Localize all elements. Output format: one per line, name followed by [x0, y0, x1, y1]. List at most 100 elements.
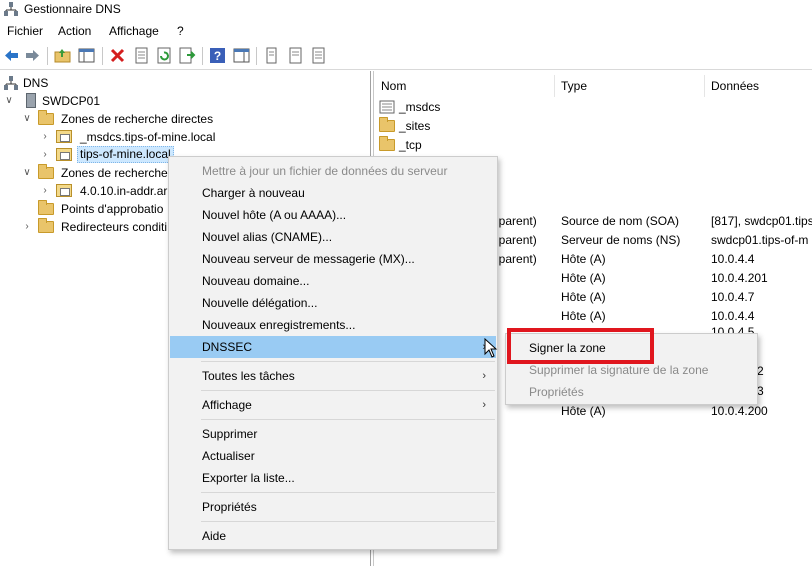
tree-node-dns[interactable]: DNS: [4, 74, 204, 92]
menu-fichier[interactable]: Fichier: [7, 24, 43, 38]
menu-item-update-server-file[interactable]: Mettre à jour un fichier de données du s…: [170, 160, 496, 182]
toolbar-separator: [102, 47, 103, 65]
chevron-down-icon[interactable]: ∨: [22, 110, 32, 128]
tree-label: 4.0.10.in-addr.ar: [80, 184, 168, 198]
cell-type: Hôte (A): [561, 271, 606, 285]
menu-help[interactable]: ?: [177, 24, 184, 38]
zone-icon: [56, 148, 72, 161]
table-row[interactable]: ier parent) Hôte (A) 10.0.4.4: [482, 250, 812, 269]
chevron-right-icon[interactable]: ›: [40, 146, 50, 164]
menu-separator: [201, 390, 495, 391]
menu-separator: [201, 492, 495, 493]
tree-node-forward-zones[interactable]: ∨ Zones de recherche directes: [22, 110, 362, 128]
tree-label: SWDCP01: [42, 94, 101, 108]
table-row[interactable]: Hôte (A) 10.0.4.7: [482, 288, 812, 307]
folder-icon: [379, 136, 395, 151]
menu-item-properties[interactable]: Propriétés: [170, 496, 496, 518]
menu-item-refresh[interactable]: Actualiser: [170, 445, 496, 467]
menu-item-dnssec-properties[interactable]: Propriétés: [507, 381, 756, 403]
table-row[interactable]: Hôte (A) 10.0.4.201: [482, 269, 812, 288]
menu-affichage[interactable]: Affichage: [109, 24, 159, 38]
refresh-icon[interactable]: [156, 47, 173, 64]
column-header-type[interactable]: Type: [561, 79, 587, 93]
list-item[interactable]: _msdcs: [379, 98, 559, 117]
toolbar-separator: [47, 47, 48, 65]
cell-data: 2: [757, 364, 764, 378]
record-alt-icon[interactable]: [310, 47, 327, 64]
cell-data: [817], swdcp01.tips: [711, 214, 812, 228]
cell-data: 10.0.4.4: [711, 252, 755, 266]
zone-icon: [56, 184, 72, 197]
column-divider[interactable]: [704, 75, 705, 97]
table-row[interactable]: ier parent) Source de nom (SOA) [817], s…: [482, 212, 812, 231]
menu-bar: Fichier Action Affichage ?: [0, 20, 812, 42]
help-icon[interactable]: ?: [209, 47, 226, 64]
menu-item-delete[interactable]: Supprimer: [170, 423, 496, 445]
menu-separator: [201, 419, 495, 420]
column-divider[interactable]: [554, 75, 555, 97]
table-row-partial: 3: [757, 382, 787, 401]
back-icon[interactable]: [3, 47, 20, 64]
toolbar: ?: [0, 42, 812, 70]
menu-item-export-list[interactable]: Exporter la liste...: [170, 467, 496, 489]
table-row[interactable]: Hôte (A) 10.0.4.4: [482, 307, 812, 326]
forward-icon[interactable]: [24, 47, 41, 64]
svg-text:?: ?: [214, 49, 221, 63]
folder-icon: [379, 117, 395, 132]
properties-icon[interactable]: [133, 47, 150, 64]
window-title: Gestionnaire DNS: [24, 2, 121, 16]
menu-separator: [201, 361, 495, 362]
chevron-down-icon[interactable]: ∨: [4, 92, 14, 110]
console-icon[interactable]: [233, 47, 250, 64]
menu-item-reload[interactable]: Charger à nouveau: [170, 182, 496, 204]
show-hide-tree-icon[interactable]: [78, 47, 95, 64]
list-item[interactable]: _tcp: [379, 136, 559, 155]
list-item[interactable]: _sites: [379, 117, 559, 136]
menu-item-all-tasks[interactable]: Toutes les tâches ›: [170, 365, 496, 387]
menu-item-new-domain[interactable]: Nouveau domaine...: [170, 270, 496, 292]
chevron-down-icon[interactable]: ∨: [22, 164, 32, 182]
menu-item-new-records[interactable]: Nouveaux enregistrements...: [170, 314, 496, 336]
folder-icon: [38, 164, 54, 179]
cell-type: Hôte (A): [561, 252, 606, 266]
column-header-name[interactable]: Nom: [381, 79, 406, 93]
menu-item-dnssec[interactable]: DNSSEC ›: [170, 336, 496, 358]
menu-item-new-mx[interactable]: Nouveau serveur de messagerie (MX)...: [170, 248, 496, 270]
list-item-name: _msdcs: [399, 100, 441, 114]
cell-data: swdcp01.tips-of-m: [711, 233, 809, 247]
chevron-right-icon[interactable]: ›: [40, 128, 50, 146]
tree-node-zone-msdcs[interactable]: › _msdcs.tips-of-mine.local: [40, 128, 360, 146]
dns-manager-icon: [4, 2, 18, 16]
tree-node-server[interactable]: ∨ SWDCP01: [4, 92, 304, 110]
record-icon[interactable]: [287, 47, 304, 64]
table-row[interactable]: ier parent) Serveur de noms (NS) swdcp01…: [482, 231, 812, 250]
chevron-right-icon[interactable]: ›: [22, 218, 32, 236]
tree-label: Redirecteurs conditi: [61, 220, 168, 234]
column-header-data[interactable]: Données: [711, 79, 759, 93]
cell-type: Hôte (A): [561, 290, 606, 304]
export-icon[interactable]: [179, 47, 196, 64]
delete-icon[interactable]: [109, 47, 126, 64]
menu-action[interactable]: Action: [58, 24, 91, 38]
cell-type: Serveur de noms (NS): [561, 233, 681, 247]
record-icon[interactable]: [263, 47, 280, 64]
chevron-right-icon[interactable]: ›: [40, 182, 50, 200]
cell-data: 3: [757, 384, 764, 398]
tree-label: Zones de recherche: [61, 166, 168, 180]
file-icon: [379, 100, 395, 114]
menu-item-view[interactable]: Affichage ›: [170, 394, 496, 416]
menu-item-new-host[interactable]: Nouvel hôte (A ou AAAA)...: [170, 204, 496, 226]
up-folder-icon[interactable]: [54, 47, 71, 64]
menu-item-new-delegation[interactable]: Nouvelle délégation...: [170, 292, 496, 314]
menu-item-help[interactable]: Aide: [170, 525, 496, 547]
list-item-name: _tcp: [399, 138, 422, 152]
callout-highlight: [507, 328, 654, 364]
tree-label: DNS: [23, 76, 49, 90]
context-menu: Mettre à jour un fichier de données du s…: [168, 156, 498, 550]
zone-icon: [56, 130, 72, 143]
folder-icon: [38, 200, 54, 215]
table-row-partial: 2: [757, 362, 787, 381]
cell-data: 10.0.4.4: [711, 309, 755, 323]
menu-item-new-alias[interactable]: Nouvel alias (CNAME)...: [170, 226, 496, 248]
dns-icon: [4, 76, 18, 90]
